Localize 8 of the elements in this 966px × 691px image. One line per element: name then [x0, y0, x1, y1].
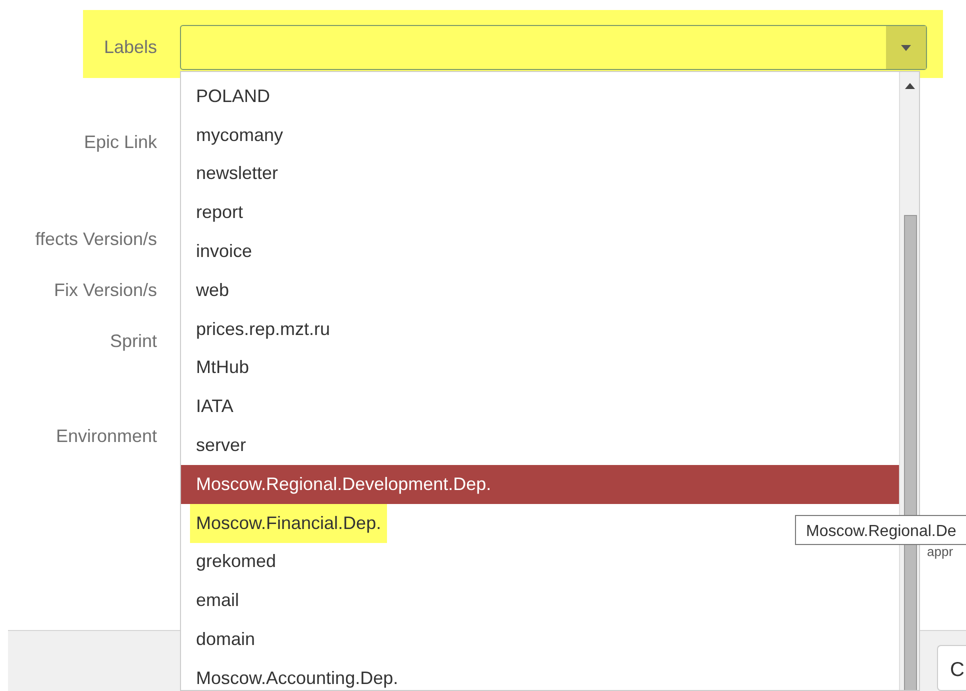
- field-label: Epic Link: [84, 131, 158, 153]
- field-label: ffects Version/s: [35, 228, 158, 250]
- field-label: Fix Version/s: [54, 279, 158, 301]
- field-label: Labels: [104, 36, 158, 58]
- hint-text: appr: [927, 545, 954, 559]
- field-label: Sprint: [110, 330, 158, 352]
- tooltip: Moscow.Regional.De: [795, 515, 966, 545]
- field-label: Environment: [56, 425, 158, 447]
